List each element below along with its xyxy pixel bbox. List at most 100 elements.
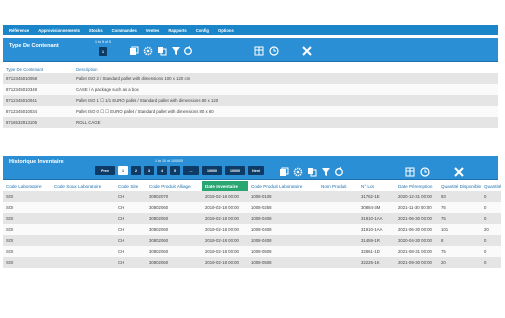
pager-page-3[interactable]: 3 (144, 166, 154, 175)
cell-code-produit-laboratoire: 1008-0408 (248, 213, 318, 224)
cell-quantite: 0 (481, 202, 501, 213)
cell-date-inventaire: 2019-02-18 00:00 (202, 235, 248, 246)
cell-code-produit-alliage: 30802060 (146, 213, 202, 224)
nav-options[interactable]: Options (218, 28, 234, 33)
col-code-soux-laboratoire[interactable]: Code Soux Laboratoire (51, 181, 115, 191)
filter-icon[interactable] (321, 167, 331, 177)
copy-icon[interactable] (307, 167, 317, 177)
cell-code-laboratoire: SOI (3, 224, 51, 235)
cell-code-laboratoire: SOI (3, 235, 51, 246)
panel1-page-info: 1 to 5 of 5 (95, 40, 111, 44)
table-row[interactable]: SOI CH 30802060 2019-02-18 00:00 1008-0408 31… (3, 213, 501, 224)
table-row[interactable]: SOI CH 30802070 2019-02-18 00:00 1008-0108 31… (3, 191, 501, 202)
cell-quantite-disponible: 101 (438, 224, 481, 235)
columns-icon[interactable] (405, 167, 415, 177)
nav-commandes[interactable]: Commandes (112, 28, 137, 33)
pager-page-10000a[interactable]: 10000 (202, 166, 222, 175)
pager-next-button[interactable]: Next (248, 166, 264, 175)
export-icon[interactable] (279, 167, 289, 177)
filter-icon[interactable] (171, 46, 181, 56)
close-icon[interactable] (454, 167, 464, 177)
table-row[interactable]: 8716532913105 ROLL CAGE (3, 117, 498, 128)
cell-quantite: 0 (481, 213, 501, 224)
table-row[interactable]: SOI CH 30802060 2019-02-18 00:00 1008-0408 31… (3, 235, 501, 246)
cell-description: ROLL CAGE (73, 117, 498, 128)
cell-nom-produit (318, 235, 358, 246)
table-row[interactable]: 8712345010348 CASE / A package such as a … (3, 84, 498, 95)
cell-quantite-disponible: 75 (438, 213, 481, 224)
cell-quantite-disponible: 20 (438, 257, 481, 268)
col-quantite[interactable]: Quantité (481, 181, 501, 191)
cell-numero-lot: 32225-1K (358, 257, 395, 268)
pager-prev-button[interactable]: Prev (95, 166, 115, 175)
cell-code-produit-laboratoire: 1008-0108 (248, 191, 318, 202)
nav-ventes[interactable]: Ventes (146, 28, 160, 33)
pager-page-1[interactable]: 1 (118, 166, 128, 175)
col-code-produit-laboratoire[interactable]: Code Produit Laboratoire (248, 181, 318, 191)
nav-approvisionnements[interactable]: Approvisionnements (38, 28, 80, 33)
pager-page-2[interactable]: 2 (131, 166, 141, 175)
panel2-page-info: 1 to 10 of 100000 (155, 159, 183, 163)
table-row[interactable]: 8712345010058 Pallet ISO 2 / Standard pal… (3, 73, 498, 84)
col-description[interactable]: Description (73, 65, 498, 73)
cell-code-laboratoire: SOI (3, 246, 51, 257)
col-code-laboratoire[interactable]: Code Laboratoire (3, 181, 51, 191)
cell-description: CASE / A package such as a box (73, 84, 498, 95)
export-icon[interactable] (129, 46, 139, 56)
cell-date-inventaire: 2019-02-18 00:00 (202, 224, 248, 235)
columns-icon[interactable] (254, 46, 264, 56)
pager-page-10000b[interactable]: 10000 (225, 166, 245, 175)
clock-icon[interactable] (269, 46, 279, 56)
settings-gear-icon[interactable] (293, 167, 303, 177)
cell-date-peremption: 2020-04-30 00:00 (395, 235, 438, 246)
cell-code-laboratoire: SOI (3, 191, 51, 202)
close-icon[interactable] (302, 46, 312, 56)
col-date-inventaire[interactable]: Date Inventaire (202, 181, 248, 191)
pager-ellipsis[interactable]: ... (183, 166, 199, 175)
table-row[interactable]: 8712345010034 Pallet ISO 0 ☐ ☐ EURO palle… (3, 106, 498, 117)
settings-gear-icon[interactable] (143, 46, 153, 56)
cell-numero-lot: 31910-1AA (358, 213, 395, 224)
refresh-icon[interactable] (334, 167, 344, 177)
col-code-produit-alliage[interactable]: Code Produit Alliage (146, 181, 202, 191)
table-row[interactable]: SOI CH 30802060 2019-02-18 00:00 1008-0508 32… (3, 257, 501, 268)
cell-quantite-disponible: 76 (438, 202, 481, 213)
refresh-icon[interactable] (183, 46, 193, 56)
nav-stocks[interactable]: Stocks (89, 28, 103, 33)
table-row[interactable]: 8712345010041 Pallet ISO 1 ☐ 1/1 EURO pal… (3, 95, 498, 106)
table-row[interactable]: SOI CH 30802060 2019-02-18 00:00 1008-0258 30… (3, 202, 501, 213)
cell-code-produit-alliage: 30802060 (146, 235, 202, 246)
cell-date-inventaire: 2019-02-18 00:00 (202, 246, 248, 257)
pager-page-4[interactable]: 4 (157, 166, 167, 175)
nav-config[interactable]: Config (196, 28, 209, 33)
table-row[interactable]: SOI CH 30802060 2019-02-18 00:00 1008-0408 31… (3, 224, 501, 235)
pager-page-5[interactable]: 5 (170, 166, 180, 175)
col-type-contenant[interactable]: Type De Contenant (3, 65, 73, 73)
col-date-peremption[interactable]: Date Péremption (395, 181, 438, 191)
col-code-site[interactable]: Code Site (115, 181, 146, 191)
cell-date-peremption: 2021-08-31 00:00 (395, 246, 438, 257)
cell-code-produit-alliage: 30802060 (146, 257, 202, 268)
col-nom-produit[interactable]: Nom Produit (318, 181, 358, 191)
cell-date-peremption: 2021-11-30 00:00 (395, 202, 438, 213)
nav-reference[interactable]: Référence (9, 28, 29, 33)
cell-code-produit-alliage: 30802060 (146, 246, 202, 257)
cell-nom-produit (318, 224, 358, 235)
cell-code-produit-laboratoire: 1008-0408 (248, 235, 318, 246)
cell-quantite: 0 (481, 191, 501, 202)
cell-code-soux-laboratoire (51, 213, 115, 224)
clock-icon[interactable] (420, 167, 430, 177)
cell-numero-lot: 31762-1E (358, 191, 395, 202)
col-numero-lot[interactable]: N° Lot (358, 181, 395, 191)
cell-code-site: CH (115, 213, 146, 224)
copy-icon[interactable] (157, 46, 167, 56)
top-nav: Référence Approvisionnements Stocks Comm… (3, 25, 498, 35)
col-quantite-disponible[interactable]: Quantité Disponible (438, 181, 481, 191)
table-row[interactable]: SOI CH 30802060 2019-02-18 00:00 1008-0508 32… (3, 246, 501, 257)
cell-nom-produit (318, 202, 358, 213)
panel1-page-button[interactable]: 1 (99, 47, 107, 56)
cell-code-laboratoire: SOI (3, 213, 51, 224)
panel2-header: Historique Inventaire 1 to 10 of 100000 … (3, 156, 498, 180)
nav-rapports[interactable]: Rapports (168, 28, 186, 33)
cell-date-peremption: 2021-06-30 00:00 (395, 213, 438, 224)
